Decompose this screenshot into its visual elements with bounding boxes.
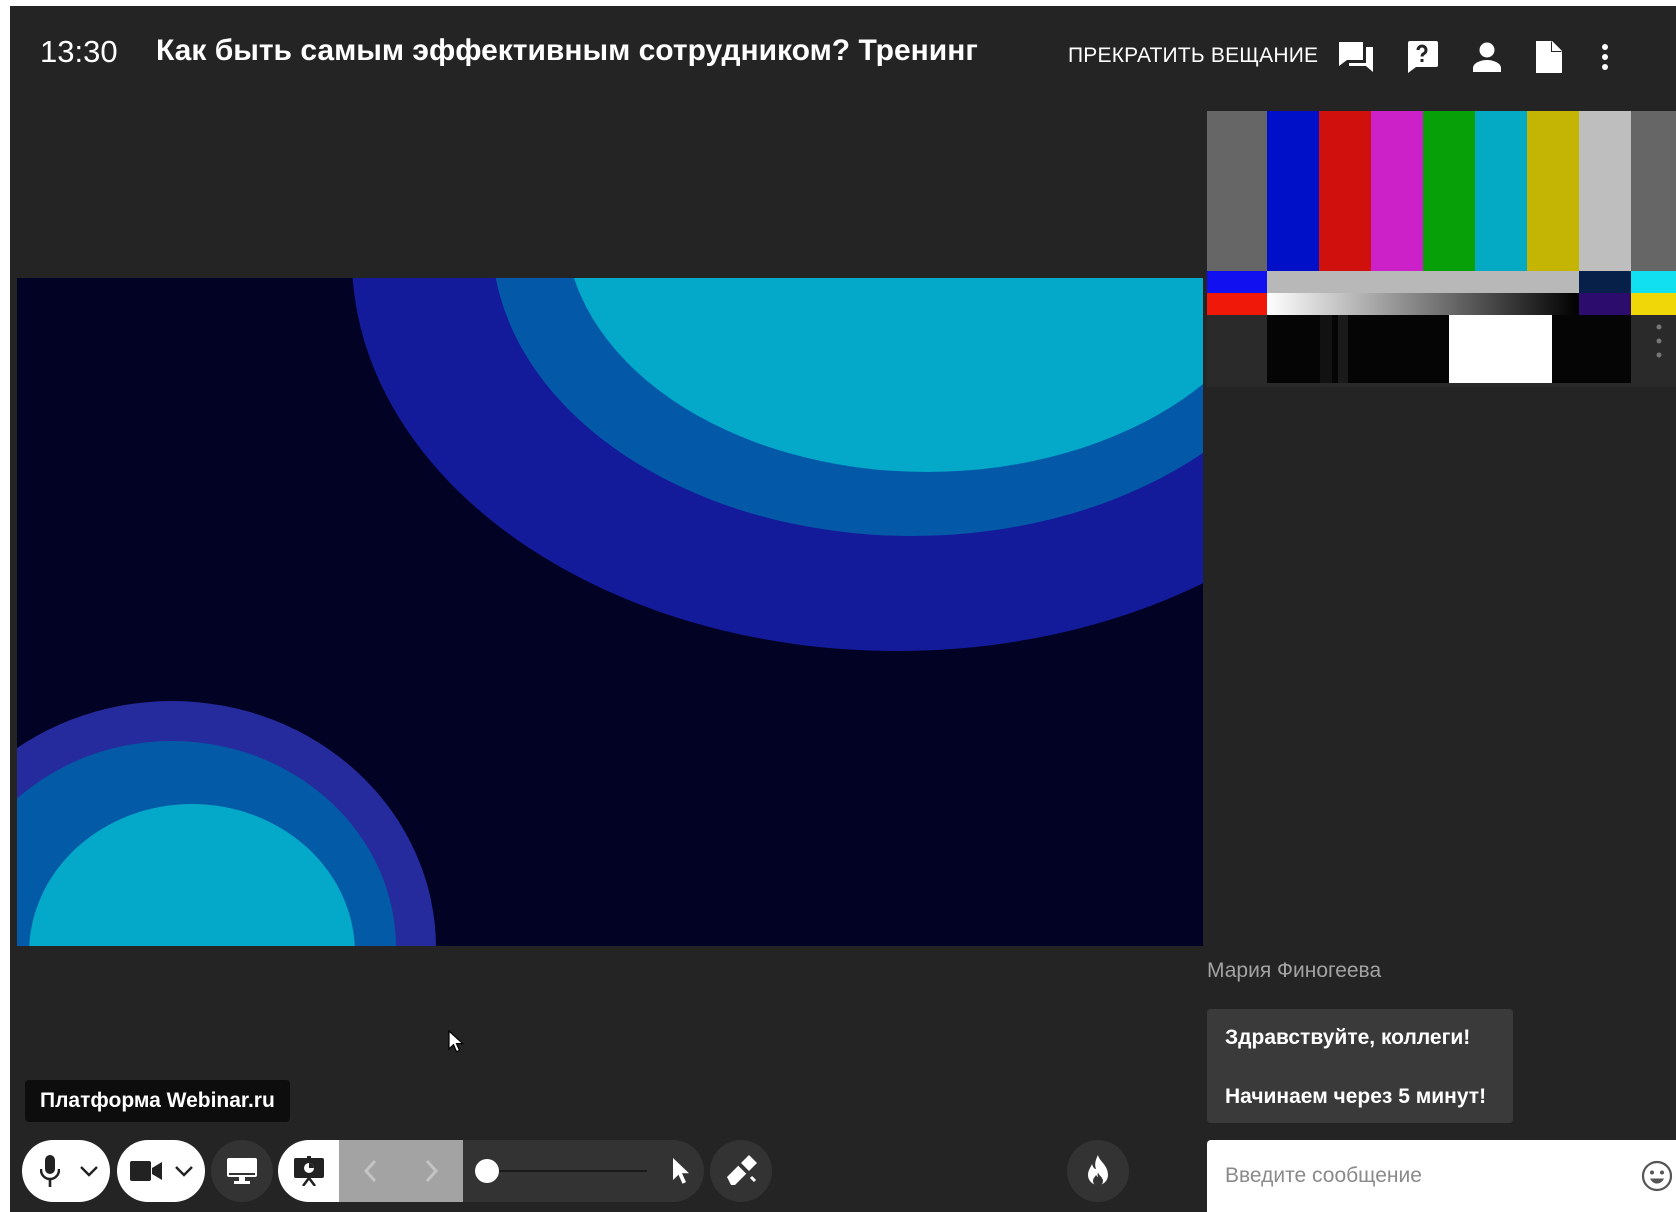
chevron-down-icon [80,1166,98,1177]
chat-author: Мария Финогеева [1207,959,1382,982]
camera-icon [130,1161,162,1181]
camera-settings-button[interactable] [169,1140,199,1202]
camera-button[interactable] [123,1140,169,1202]
chat-message-line: Здравствуйте, коллеги! [1225,1026,1471,1049]
document-icon[interactable] [1528,36,1570,78]
arrow-right-icon [425,1159,439,1183]
zoom-control [463,1140,704,1202]
header: 13:30 Как быть самым эффективным сотрудн… [10,6,1676,102]
presentation-slide [17,278,1203,946]
presentation-icon [294,1156,324,1186]
clock: 13:30 [40,34,118,69]
microphone-button[interactable] [28,1140,72,1202]
fire-icon [1088,1155,1108,1186]
pointer-icon [673,1158,689,1184]
chat-message-input[interactable] [1225,1158,1605,1194]
question-icon[interactable] [1401,36,1443,78]
person-icon[interactable] [1466,36,1508,78]
page-title: Как быть самым эффективным сотрудником? … [156,34,978,67]
emoji-icon[interactable] [1641,1160,1673,1192]
arrow-left-icon [363,1159,377,1183]
reaction-button[interactable] [1067,1140,1129,1202]
platform-badge: Платформа Webinar.ru [25,1080,290,1122]
camera-control [117,1140,205,1202]
chevron-down-icon [175,1166,193,1177]
slide-artwork [17,278,1203,946]
screen-share-icon [227,1158,257,1184]
eraser-button[interactable] [710,1140,772,1202]
more-vertical-icon[interactable] [1584,36,1626,78]
presenter-video[interactable] [1207,111,1676,387]
pointer-tool-button[interactable] [661,1140,701,1202]
zoom-slider-track[interactable] [487,1170,647,1172]
chat-input-box [1207,1140,1676,1212]
next-slide-button[interactable] [401,1140,463,1202]
chat-icon[interactable] [1335,36,1377,78]
mouse-cursor-icon [448,1030,464,1053]
zoom-slider-thumb[interactable] [475,1159,499,1183]
slide-navigation [339,1140,463,1202]
screen-share-button[interactable] [211,1140,273,1202]
presentation-toggle[interactable] [278,1140,340,1202]
test-pattern [1207,111,1676,387]
eraser-icon [727,1155,757,1185]
stop-broadcast-button[interactable]: ПРЕКРАТИТЬ ВЕЩАНИЕ [1068,44,1318,68]
microphone-control [22,1140,110,1202]
microphone-icon [40,1155,60,1187]
chat-message-line: Начинаем через 5 минут! [1225,1085,1487,1108]
webinar-app: 13:30 Как быть самым эффективным сотрудн… [10,6,1676,1212]
previous-slide-button[interactable] [339,1140,401,1202]
microphone-settings-button[interactable] [74,1140,104,1202]
chat-message: Здравствуйте, коллеги! Начинаем через 5 … [1207,1009,1513,1123]
